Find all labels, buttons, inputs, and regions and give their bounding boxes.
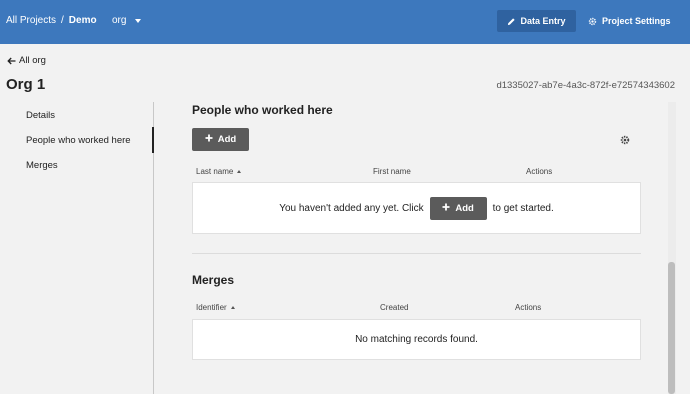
plus-icon bbox=[442, 203, 450, 214]
empty-state-text-before: You haven't added any yet. Click bbox=[279, 202, 424, 214]
data-entry-label: Data Entry bbox=[520, 16, 566, 26]
empty-state-text-after: to get started. bbox=[492, 202, 554, 214]
column-header-label: Actions bbox=[526, 167, 553, 176]
column-header-label: Identifier bbox=[196, 303, 227, 312]
sidebar-item-details[interactable]: Details bbox=[26, 110, 55, 121]
plus-icon bbox=[205, 134, 213, 145]
back-link[interactable]: All org bbox=[7, 55, 46, 66]
column-header-label: Last name bbox=[196, 167, 234, 176]
people-empty-panel: You haven't added any yet. Click Add to … bbox=[192, 182, 641, 234]
project-settings-label: Project Settings bbox=[602, 16, 671, 26]
gear-icon bbox=[588, 17, 597, 26]
data-entry-button[interactable]: Data Entry bbox=[497, 10, 576, 32]
sort-ascending-icon bbox=[230, 306, 235, 309]
breadcrumb-separator: / bbox=[61, 15, 64, 26]
merges-empty-panel: No matching records found. bbox=[192, 319, 641, 360]
sidebar-item-people-who-worked-here[interactable]: People who worked here bbox=[26, 135, 131, 146]
column-header-actions: Actions bbox=[515, 303, 541, 312]
column-header-label: Actions bbox=[515, 303, 542, 312]
column-header-created[interactable]: Created bbox=[380, 303, 408, 312]
people-empty-state: You haven't added any yet. Click Add to … bbox=[193, 183, 640, 233]
inline-add-button[interactable]: Add bbox=[429, 196, 487, 220]
column-header-label: Created bbox=[380, 303, 409, 312]
column-header-identifier[interactable]: Identifier bbox=[196, 303, 235, 312]
org-type-dropdown[interactable]: org bbox=[112, 15, 142, 26]
chevron-down-icon bbox=[135, 18, 142, 23]
section-divider bbox=[192, 253, 641, 254]
column-header-actions: Actions bbox=[526, 167, 552, 176]
pencil-icon bbox=[507, 17, 516, 26]
add-person-button[interactable]: Add bbox=[192, 128, 249, 151]
page-title: Org 1 bbox=[6, 76, 46, 93]
breadcrumb-all-projects[interactable]: All Projects bbox=[6, 15, 56, 26]
add-person-button-label: Add bbox=[217, 134, 237, 145]
arrow-left-icon bbox=[7, 57, 16, 65]
project-settings-button[interactable]: Project Settings bbox=[588, 10, 671, 32]
breadcrumb-project[interactable]: Demo bbox=[69, 15, 97, 26]
org-type-dropdown-label: org bbox=[112, 15, 127, 26]
scrollbar-thumb[interactable] bbox=[668, 262, 675, 394]
table-settings-gear-icon[interactable] bbox=[620, 135, 630, 148]
people-section-title: People who worked here bbox=[192, 103, 333, 117]
record-id: d1335027-ab7e-4a3c-872f-e72574343602 bbox=[496, 80, 675, 91]
merges-empty-message: No matching records found. bbox=[355, 334, 478, 345]
sort-ascending-icon bbox=[237, 170, 242, 173]
column-header-last-name[interactable]: Last name bbox=[196, 167, 242, 176]
column-header-first-name[interactable]: First name bbox=[373, 167, 411, 176]
column-header-label: First name bbox=[373, 167, 411, 176]
breadcrumb: All Projects / Demo bbox=[6, 15, 97, 26]
merges-section-title: Merges bbox=[192, 273, 235, 287]
inline-add-button-label: Add bbox=[455, 202, 474, 214]
sidebar-active-indicator bbox=[152, 127, 154, 153]
back-link-label: All org bbox=[19, 55, 46, 66]
top-navbar: All Projects / Demo org Data Entry Proje… bbox=[0, 0, 690, 44]
sidebar-item-merges[interactable]: Merges bbox=[26, 160, 58, 171]
